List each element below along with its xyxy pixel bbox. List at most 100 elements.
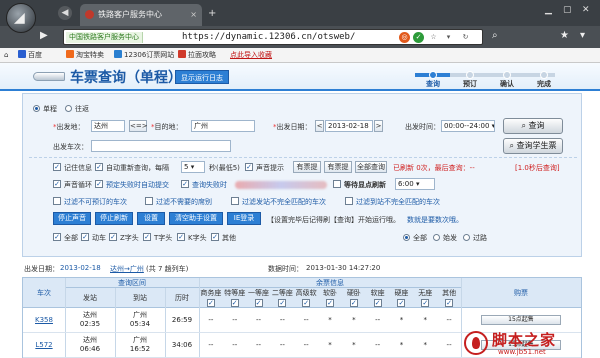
search-engine-icon[interactable]: ⌕	[492, 30, 498, 41]
tag-button[interactable]: 有票提	[324, 161, 352, 173]
prev-day-button[interactable]: <	[315, 120, 324, 132]
stop-sound-button[interactable]: 停止声音	[53, 212, 91, 225]
train-input[interactable]	[91, 140, 231, 152]
browser-titlebar: ◀ 铁路客户服务中心 × + ▁ ▢ ✕	[0, 0, 600, 26]
type-checkbox[interactable]: ✓	[53, 233, 61, 241]
refresh-countdown: [1.0秒后查询]	[515, 164, 560, 172]
type-checkbox[interactable]: ✓	[109, 233, 117, 241]
one-way-label: 单程	[43, 105, 57, 113]
station-radio[interactable]	[433, 234, 440, 241]
filter-checkbox[interactable]	[145, 197, 153, 205]
remember-checkbox[interactable]: ✓	[53, 163, 61, 171]
type-label: 其他	[222, 234, 236, 242]
seat-filter-checkbox[interactable]: ✓	[397, 299, 406, 307]
minimize-icon[interactable]: ▁	[545, 5, 552, 15]
seat-filter-checkbox[interactable]: ✓	[230, 299, 239, 307]
site-identity[interactable]: 中国铁路客户服务中心	[66, 32, 143, 43]
close-window-icon[interactable]: ✕	[582, 5, 590, 15]
notice-text: 【设置完毕后记得刷【查询】开始运行哦。	[267, 216, 400, 224]
extension-icon[interactable]: ◎	[399, 32, 410, 43]
station-radio[interactable]	[463, 234, 470, 241]
next-day-button[interactable]: >	[374, 120, 383, 132]
address-bar[interactable]: 中国铁路客户服务中心 https://dynamic.12306.cn/otsw…	[63, 29, 483, 45]
seat-filter-checkbox[interactable]: ✓	[373, 299, 382, 307]
from-station-input[interactable]: 达州	[91, 120, 125, 132]
clear-settings-button[interactable]: 清空助手设置	[169, 212, 223, 225]
train-number-link[interactable]: K358	[23, 316, 65, 325]
seat-filter-checkbox[interactable]: ✓	[326, 299, 334, 307]
seat-filter-checkbox[interactable]: ✓	[349, 299, 358, 307]
station-radio[interactable]	[403, 234, 410, 241]
home-icon[interactable]: ⌂	[4, 50, 8, 61]
notice-link[interactable]: 数就是要数次哦。	[407, 215, 463, 225]
type-checkbox[interactable]: ✓	[143, 233, 151, 241]
maximize-icon[interactable]: ▢	[563, 5, 572, 15]
student-ticket-button[interactable]: ⌕ 查询学生票	[503, 138, 563, 154]
book-button[interactable]: 15点起售	[481, 315, 561, 325]
bookmark-star-icon[interactable]: ★	[560, 30, 569, 41]
filter-checkbox[interactable]	[231, 197, 239, 205]
filter-checkbox[interactable]	[53, 197, 61, 205]
back-icon[interactable]: ◀	[58, 6, 72, 20]
stop-refresh-button[interactable]: 停止刷新	[95, 212, 133, 225]
info-route[interactable]: 达州→广州	[110, 264, 144, 274]
seat-filter-checkbox[interactable]: ✓	[206, 299, 215, 307]
close-tab-icon[interactable]: ×	[190, 4, 197, 26]
auto-submit-checkbox[interactable]: ✓	[95, 180, 103, 188]
auto-refresh-checkbox[interactable]: ✓	[95, 163, 103, 171]
sound-loop-checkbox[interactable]: ✓	[53, 180, 61, 188]
bookmark-item[interactable]: 拉面攻略	[178, 50, 216, 61]
url-text[interactable]: https://dynamic.12306.cn/otsweb/	[182, 31, 355, 44]
type-checkbox[interactable]: ✓	[211, 233, 219, 241]
menu-icon[interactable]: ▾	[580, 30, 585, 41]
filter-checkbox[interactable]	[345, 197, 353, 205]
type-checkbox[interactable]: ✓	[81, 233, 89, 241]
import-bookmarks-link[interactable]: 点此导入收藏	[230, 50, 272, 61]
sound-loop-label: 声音循环	[64, 181, 92, 189]
dropdown-icon[interactable]: ▾	[443, 32, 454, 43]
date-input[interactable]: 2013-02-18	[325, 120, 373, 132]
seat-filter-checkbox[interactable]: ✓	[278, 299, 287, 307]
type-checkbox[interactable]: ✓	[177, 233, 185, 241]
wait-label: 等待显点刷新	[344, 181, 386, 189]
round-trip-radio[interactable]	[65, 105, 72, 112]
new-tab-button[interactable]: +	[208, 8, 216, 19]
seat-filter-checkbox[interactable]: ✓	[302, 299, 311, 307]
sound-checkbox[interactable]: ✓	[245, 163, 253, 171]
train-number-link[interactable]: L572	[23, 341, 65, 350]
ie-login-button[interactable]: IE登录	[227, 212, 261, 225]
seat-filter-checkbox[interactable]: ✓	[445, 299, 454, 307]
swap-stations-button[interactable]: <=>	[129, 120, 148, 132]
tab-railway[interactable]: 铁路客户服务中心 ×	[80, 4, 202, 26]
full-query-button[interactable]: 全部查询	[355, 161, 387, 173]
browser-logo-icon[interactable]: ◢	[6, 3, 36, 33]
info-date-label: 出发日期：	[24, 265, 59, 273]
query-button[interactable]: ⌕ 查询	[503, 118, 563, 134]
step-book: 预订	[463, 80, 477, 88]
watermark-logo-icon	[464, 331, 488, 355]
forward-icon[interactable]: ▶	[40, 30, 48, 41]
star-icon[interactable]: ☆	[428, 32, 439, 43]
wait-checkbox[interactable]	[333, 180, 341, 188]
tag-button[interactable]: 有票提	[293, 161, 321, 173]
query-fail-checkbox[interactable]: ✓	[181, 180, 189, 188]
secure-icon[interactable]: ✓	[413, 32, 424, 43]
bookmark-item[interactable]: 百度	[18, 50, 42, 61]
seat-availability: *	[352, 316, 356, 324]
step-done: 完成	[537, 80, 551, 88]
seat-availability: --	[303, 316, 309, 324]
bookmark-item[interactable]: 12306订票网站	[114, 50, 174, 61]
interval-input[interactable]: 5 ▾	[181, 161, 205, 173]
result-info-bar: 出发日期： 2013-02-18 达州→广州 (共 7 趟列车) 数据时间： 2…	[22, 262, 582, 274]
show-log-button[interactable]: 显示运行日志	[175, 70, 229, 84]
seat-filter-checkbox[interactable]: ✓	[254, 299, 263, 307]
settings-button[interactable]: 设置	[137, 212, 165, 225]
wait-select[interactable]: 6:00 ▾	[395, 178, 435, 190]
to-station-input[interactable]: 广州	[191, 120, 255, 132]
time-select[interactable]: 00:00--24:00 ▾	[441, 120, 495, 132]
col-train: 车次	[23, 278, 65, 308]
bookmark-item[interactable]: 淘宝特卖	[66, 50, 104, 61]
refresh-icon[interactable]: ↻	[460, 32, 471, 43]
seat-filter-checkbox[interactable]: ✓	[421, 299, 430, 307]
one-way-radio[interactable]	[33, 105, 40, 112]
